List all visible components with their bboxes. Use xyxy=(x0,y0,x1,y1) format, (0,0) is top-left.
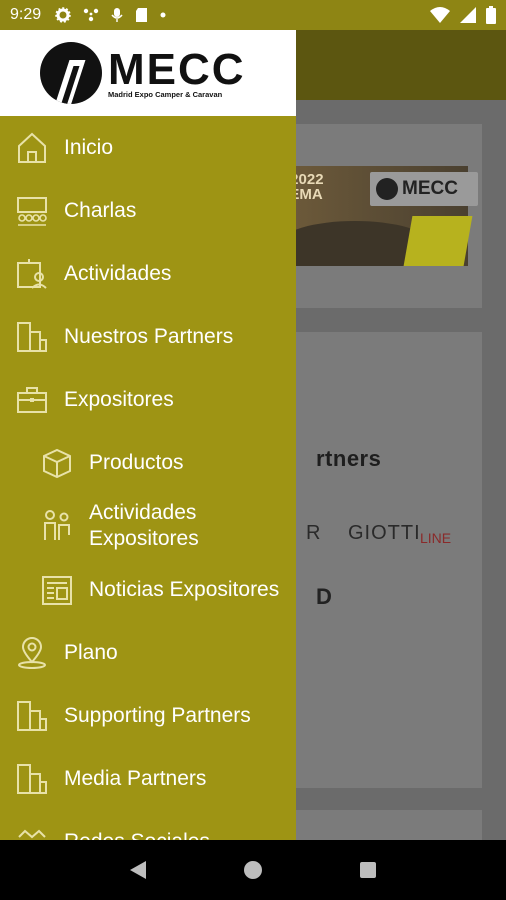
mic-icon xyxy=(111,8,123,22)
menu-item-nuestros-partners[interactable]: Nuestros Partners xyxy=(0,305,296,368)
menu-item-expositores[interactable]: Expositores xyxy=(0,368,296,431)
drawer-menu: Inicio Charlas Actividades Nuestros Part… xyxy=(0,116,296,840)
partial-text: D xyxy=(316,584,332,609)
menu-item-media-partners[interactable]: Media Partners xyxy=(0,747,296,810)
mecc-logo: MECC Madrid Expo Camper & Caravan xyxy=(108,44,246,99)
menu-item-charlas[interactable]: Charlas xyxy=(0,179,296,242)
banner-logo-mark xyxy=(376,178,398,200)
status-icons-left xyxy=(55,7,166,23)
menu-label: Plano xyxy=(64,640,118,664)
signal-icon xyxy=(460,7,476,23)
sd-card-icon xyxy=(136,8,148,22)
status-time: 9:29 xyxy=(10,6,42,23)
home-circle-icon[interactable] xyxy=(233,850,273,890)
menu-item-supporting-partners[interactable]: Supporting Partners xyxy=(0,684,296,747)
menu-label: Inicio xyxy=(64,135,114,159)
buildings-icon xyxy=(15,762,49,796)
mecc-logo-mark xyxy=(40,42,102,104)
buildings-icon xyxy=(15,699,49,733)
status-icons-right xyxy=(430,6,496,24)
recents-icon[interactable] xyxy=(348,850,388,890)
menu-item-inicio[interactable]: Inicio xyxy=(0,116,296,179)
logo-title: MECC xyxy=(108,44,246,94)
wifi-icon xyxy=(430,7,450,23)
activity-board-icon xyxy=(15,257,49,291)
system-nav-bar xyxy=(0,840,506,900)
dot-icon xyxy=(160,12,166,18)
menu-label: Productos xyxy=(89,450,184,474)
banner-logo: MECC xyxy=(370,172,478,206)
screen: 9:29 E 2022 IFEMA MECC rtners R GIOTTI L… xyxy=(0,0,506,900)
briefcase-icon xyxy=(15,383,49,417)
menu-label: Expositores xyxy=(64,387,174,411)
gear-icon xyxy=(55,7,71,23)
box-icon xyxy=(40,446,74,480)
back-icon[interactable] xyxy=(118,850,158,890)
map-pin-icon xyxy=(15,636,49,670)
menu-label: Media Partners xyxy=(64,766,207,790)
menu-item-noticias-expositores[interactable]: Noticias Expositores xyxy=(0,558,296,621)
menu-label: Supporting Partners xyxy=(64,703,251,727)
menu-label: Actividades xyxy=(64,261,172,285)
menu-label: Redes Sociales xyxy=(64,830,210,841)
menu-label: Charlas xyxy=(64,198,137,222)
menu-label: Nuestros Partners xyxy=(64,324,234,348)
people-icon xyxy=(40,509,74,543)
home-icon xyxy=(15,131,49,165)
partner-logo-2-suffix: LINE xyxy=(420,530,452,546)
social-icon xyxy=(15,825,49,841)
partners-title: rtners xyxy=(316,446,382,471)
menu-label: Actividades Expositores xyxy=(89,501,199,550)
menu-item-actividades[interactable]: Actividades xyxy=(0,242,296,305)
newspaper-icon xyxy=(40,573,74,607)
drawer-header: MECC Madrid Expo Camper & Caravan xyxy=(0,30,296,116)
menu-item-plano[interactable]: Plano xyxy=(0,621,296,684)
menu-item-productos[interactable]: Productos xyxy=(0,431,296,494)
buildings-icon xyxy=(15,320,49,354)
banner-logo-text: MECC xyxy=(402,178,458,199)
status-bar: 9:29 xyxy=(0,0,506,30)
partner-logo-2[interactable]: GIOTTI xyxy=(348,522,421,545)
battery-icon xyxy=(486,6,496,24)
menu-label: Noticias Expositores xyxy=(89,577,280,601)
banner-accent xyxy=(403,216,473,266)
partner-logo-1[interactable]: R xyxy=(306,522,320,545)
presentation-icon xyxy=(15,194,49,228)
network-dots-icon xyxy=(83,8,99,22)
navigation-drawer: MECC Madrid Expo Camper & Caravan Inicio… xyxy=(0,30,296,840)
menu-item-redes-sociales[interactable]: Redes Sociales xyxy=(0,810,296,840)
menu-item-actividades-expositores[interactable]: Actividades Expositores xyxy=(0,494,296,558)
